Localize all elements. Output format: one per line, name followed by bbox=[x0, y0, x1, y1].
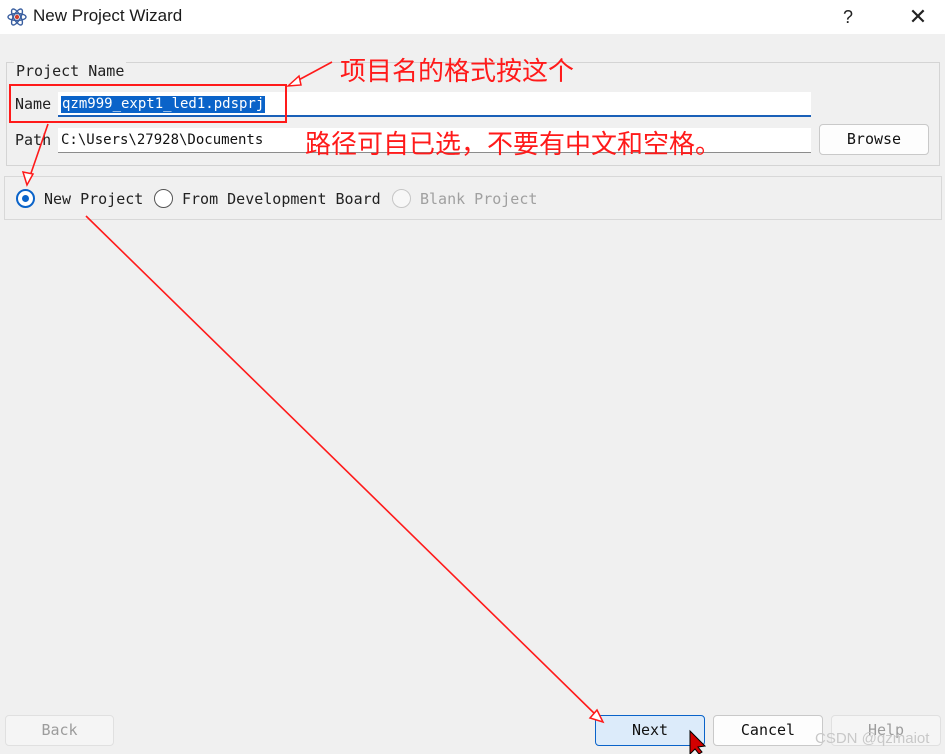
new-project-label[interactable]: New Project bbox=[44, 190, 143, 208]
annotation-highlight-box bbox=[9, 84, 287, 123]
cancel-button[interactable]: Cancel bbox=[713, 715, 823, 746]
annotation-name-note: 项目名的格式按这个 bbox=[340, 57, 575, 87]
window-title: New Project Wizard bbox=[33, 6, 183, 25]
path-label: Path bbox=[15, 131, 52, 149]
path-input-value: C:\Users\27928\Documents bbox=[61, 132, 264, 148]
group-title: Project Name bbox=[14, 62, 127, 80]
browse-button[interactable]: Browse bbox=[819, 124, 929, 155]
watermark: CSDN @qzmaiot bbox=[815, 730, 930, 747]
atom-icon bbox=[7, 8, 27, 26]
annotation-path-note: 路径可自已选，不要有中文和空格。 bbox=[305, 130, 722, 160]
from-board-label[interactable]: From Development Board bbox=[182, 190, 381, 208]
close-button[interactable]: ✕ bbox=[900, 3, 936, 31]
annotation-arrow bbox=[85, 215, 599, 718]
help-title-button[interactable]: ? bbox=[832, 3, 864, 31]
blank-project-label: Blank Project bbox=[420, 190, 538, 208]
blank-project-radio bbox=[392, 189, 411, 208]
from-board-radio[interactable] bbox=[154, 189, 173, 208]
new-project-radio[interactable] bbox=[16, 189, 35, 208]
back-button[interactable]: Back bbox=[5, 715, 114, 746]
next-button[interactable]: Next bbox=[595, 715, 705, 746]
